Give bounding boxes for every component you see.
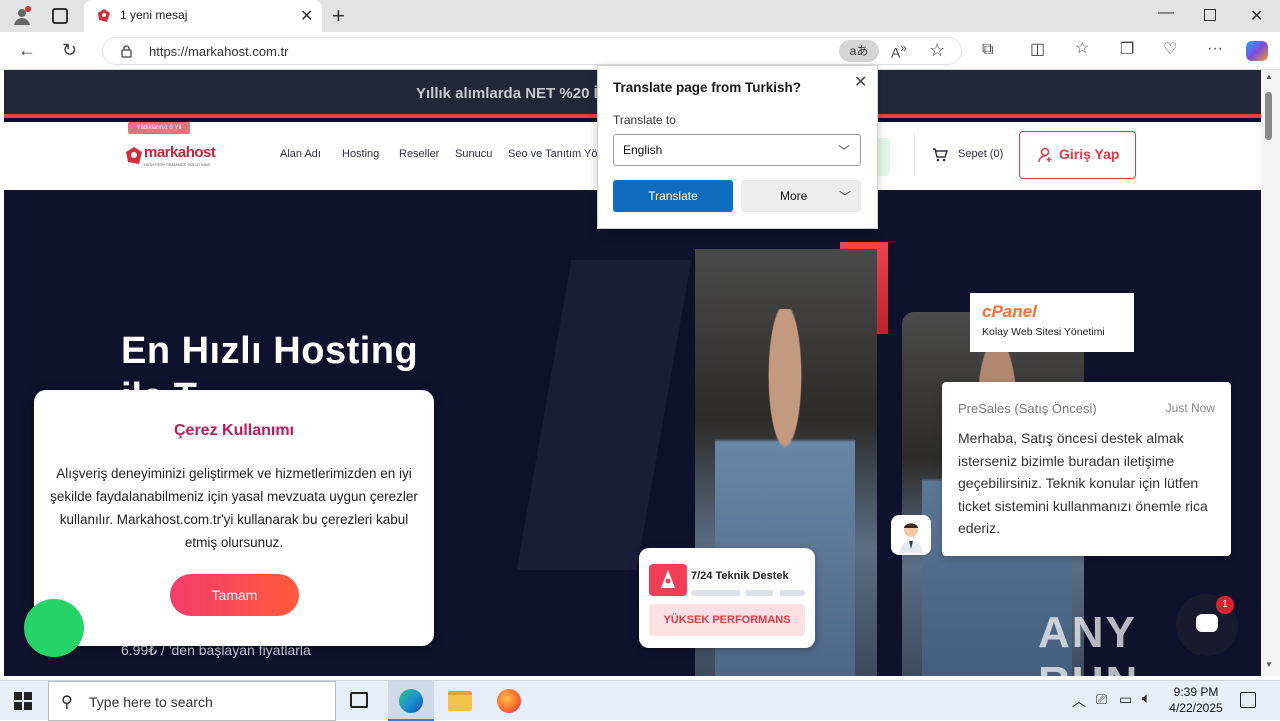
support-progress-placeholder: [691, 590, 805, 596]
cart-link[interactable]: Sepet (0): [932, 146, 1012, 166]
chat-message-text: Merhaba, Satış öncesi destek almak ister…: [958, 430, 1208, 537]
support-icon: [649, 564, 687, 596]
cookie-consent-modal: Çerez Kullanımı Alışveriş deneyiminizi g…: [34, 390, 434, 646]
support-badge: YÜKSEK PERFORMANS: [649, 604, 805, 636]
translate-to-label: Translate to: [613, 113, 676, 127]
clock-time: 9:39 PM: [1173, 685, 1219, 699]
edge-logo: [399, 689, 423, 713]
tab-actions-icon[interactable]: [52, 8, 68, 24]
site-logo[interactable]: markahost HIGH PERFORMANCE SOLUTIONS: [124, 144, 224, 168]
login-button[interactable]: Giriş Yap: [1019, 131, 1136, 179]
support-card: 7/24 Teknik Destek YÜKSEK PERFORMANS: [639, 548, 815, 648]
minimize-icon[interactable]: —: [1158, 4, 1174, 22]
target-language-select[interactable]: English ﹀: [613, 134, 861, 166]
logo-text: markahost: [144, 144, 216, 161]
support-title: 7/24 Teknik Destek: [691, 570, 789, 582]
nav-hosting[interactable]: Hosting: [342, 148, 379, 160]
login-label: Giriş Yap: [1059, 146, 1120, 162]
close-tab-icon[interactable]: ✕: [300, 6, 313, 26]
cookie-body: Alışveriş deneyiminizi geliştirmek ve hi…: [50, 466, 418, 550]
chat-message-bubble[interactable]: PreSales (Satış Öncesi) Just Now Merhaba…: [942, 382, 1231, 556]
favorites-icon[interactable]: ☆: [1075, 41, 1089, 57]
tray-device-icon[interactable]: ⎚: [1096, 691, 1107, 708]
edge-taskbar-icon[interactable]: [388, 681, 434, 721]
volume-icon[interactable]: 🔈︎: [1142, 690, 1151, 707]
translate-title: Translate page from Turkish?: [613, 80, 802, 95]
favorite-icon[interactable]: ☆: [929, 40, 945, 61]
chat-agent-name: PreSales (Satış Öncesi): [958, 401, 1097, 416]
refresh-icon[interactable]: ↻: [62, 41, 77, 59]
nav-reseller[interactable]: Reseller: [399, 148, 439, 160]
cookie-title: Çerez Kullanımı: [173, 422, 295, 439]
nav-server[interactable]: Sunucu: [455, 148, 492, 160]
translate-icon[interactable]: aあ: [839, 40, 879, 62]
search-placeholder: Type here to search: [89, 694, 213, 710]
back-icon[interactable]: ←: [18, 41, 36, 59]
chevron-down-icon: ﹀: [839, 190, 852, 204]
file-explorer-icon[interactable]: [448, 691, 472, 711]
user-icon: [1038, 147, 1054, 163]
chat-agent-avatar: [891, 515, 931, 555]
more-label: More: [780, 189, 808, 203]
scroll-up-icon[interactable]: ▲: [1265, 72, 1273, 81]
nav-seo[interactable]: Seo ve Tanıtım Yö: [508, 148, 597, 160]
restore-icon[interactable]: [1204, 9, 1216, 21]
logo-mark-icon: [124, 146, 144, 166]
cpanel-logo: cPanel: [982, 302, 1037, 321]
more-options-button[interactable]: More ﹀: [741, 180, 861, 212]
browser-essentials-icon[interactable]: ♡: [1163, 42, 1177, 58]
lock-icon[interactable]: [121, 45, 132, 58]
read-aloud-icon[interactable]: A»: [891, 42, 907, 61]
promo-text: Yıllık alımlarda NET %20 İ: [416, 85, 598, 102]
tab-bar: 1 yeni mesaj ✕ + — ✕: [0, 0, 1280, 32]
firefox-icon[interactable]: [497, 689, 521, 713]
url-text: https://markahost.com.tr: [149, 44, 289, 59]
notifications-icon[interactable]: [1240, 692, 1256, 708]
tab-title: 1 yeni mesaj: [120, 8, 188, 22]
new-tab-icon[interactable]: +: [332, 3, 345, 29]
translate-button[interactable]: Translate: [613, 180, 733, 212]
tab-active[interactable]: 1 yeni mesaj ✕: [84, 0, 322, 32]
translate-close-icon[interactable]: ✕: [854, 72, 867, 92]
taskbar-search[interactable]: ⚲ Type here to search: [48, 681, 336, 721]
network-icon[interactable]: ▭: [1119, 691, 1132, 708]
logo-badge: Yıldıklarınız 6 Yıl: [128, 122, 190, 134]
cart-icon: [932, 147, 948, 163]
whatsapp-button[interactable]: [24, 599, 84, 657]
chevron-down-icon: ﹀: [838, 144, 851, 158]
close-window-icon[interactable]: ✕: [1250, 6, 1263, 26]
collections-icon[interactable]: ❐: [1120, 42, 1134, 58]
target-language-value: English: [623, 143, 663, 157]
site-favicon-icon: [96, 8, 112, 24]
more-options-icon[interactable]: ···: [1207, 41, 1223, 57]
page-scrollbar[interactable]: ▲ ▼: [1261, 70, 1280, 676]
split-screen-icon[interactable]: ◫: [1030, 42, 1045, 58]
tray-chevron-up-icon[interactable]: ︿: [1072, 691, 1086, 711]
scroll-down-icon[interactable]: ▼: [1265, 660, 1273, 669]
url-field[interactable]: https://markahost.com.tr aあ A» ☆: [102, 37, 962, 65]
windows-taskbar: ⚲ Type here to search ︿ ⎚ ▭ 🔈︎ 9:39 PM 4…: [0, 680, 1280, 721]
clock-date: 4/22/2025: [1169, 701, 1223, 715]
profile-icon[interactable]: [12, 6, 32, 26]
cookie-accept-button[interactable]: Tamam: [170, 574, 299, 616]
cpanel-card: cPanel Kolay Web Sitesi Yönetimi: [970, 293, 1134, 352]
cart-label: Sepet (0): [958, 148, 1004, 160]
search-icon: ⚲: [61, 694, 73, 711]
anyrun-watermark: ANY RUN: [1038, 608, 1137, 707]
extensions-icon[interactable]: ⧉: [982, 42, 993, 58]
taskbar-clock[interactable]: 9:39 PM 4/22/2025: [1160, 684, 1232, 716]
translate-popup: Translate page from Turkish? ✕ Translate…: [597, 65, 878, 229]
start-icon[interactable]: [14, 692, 32, 710]
cpanel-text: Kolay Web Sitesi Yönetimi: [982, 326, 1105, 338]
copilot-icon[interactable]: [1246, 41, 1268, 61]
chat-timestamp: Just Now: [1165, 401, 1215, 415]
nav-domain[interactable]: Alan Adı: [280, 148, 321, 160]
header-divider: [914, 134, 915, 176]
hero-title: En Hızlı Hosting: [121, 330, 419, 372]
logo-tagline: HIGH PERFORMANCE SOLUTIONS: [144, 162, 211, 167]
hero-background-shape: [516, 260, 692, 570]
task-view-icon[interactable]: [350, 692, 368, 708]
scroll-thumb[interactable]: [1265, 92, 1272, 140]
